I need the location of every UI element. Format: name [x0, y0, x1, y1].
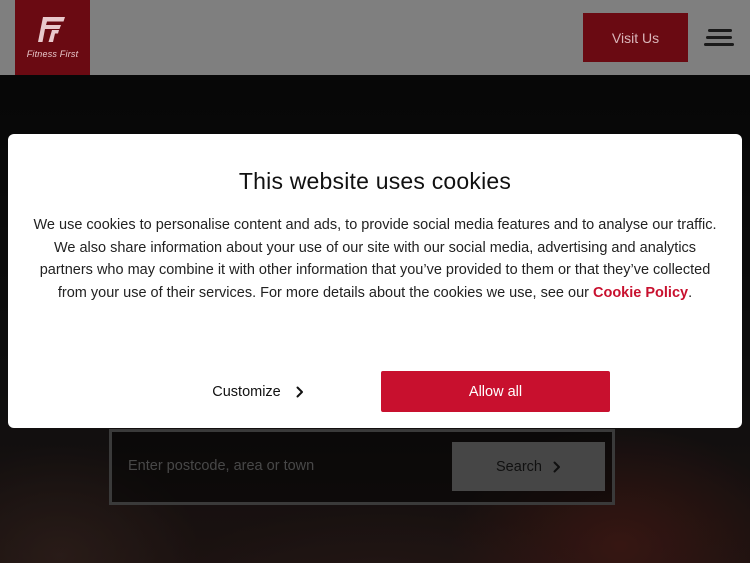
chevron-right-icon — [296, 386, 303, 398]
customize-label: Customize — [212, 384, 281, 400]
ff-monogram-icon — [38, 17, 65, 42]
hamburger-menu-icon[interactable] — [704, 29, 734, 49]
cookie-policy-link[interactable]: Cookie Policy — [593, 285, 688, 301]
allow-all-button[interactable]: Allow all — [381, 371, 610, 412]
site-header: Fitness First Visit Us — [0, 0, 750, 75]
logo-text: Fitness First — [26, 49, 79, 59]
cookie-consent-dialog: This website uses cookies We use cookies… — [8, 134, 742, 428]
body-period: . — [688, 285, 693, 302]
fitness-first-logo[interactable]: Fitness First — [15, 0, 90, 75]
visit-us-button[interactable]: Visit Us — [583, 13, 688, 62]
customize-button[interactable]: Customize — [203, 377, 313, 407]
cookie-dialog-title: This website uses cookies — [238, 168, 512, 194]
cookie-dialog-body: We use cookies to personalise content an… — [26, 214, 724, 305]
